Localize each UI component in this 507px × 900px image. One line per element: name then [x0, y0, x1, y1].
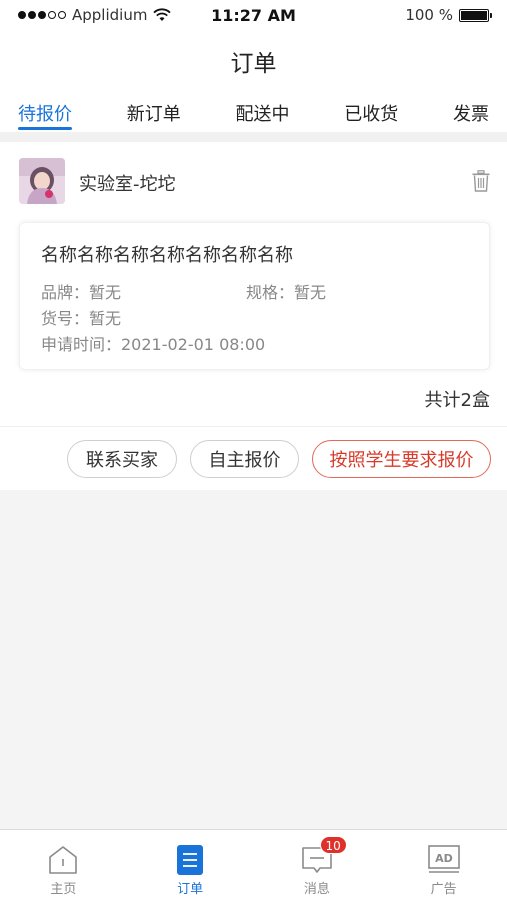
product-name: 名称名称名称名称名称名称名称 [41, 245, 293, 266]
status-right: 100 % [405, 6, 492, 24]
home-icon [49, 846, 78, 874]
page-title: 订单 [230, 51, 277, 77]
tab-received[interactable]: 已收货 [344, 84, 398, 132]
tab-delivering[interactable]: 配送中 [236, 84, 290, 132]
nav-bar: 订单 [0, 32, 507, 84]
divider [0, 426, 507, 427]
unread-badge: 10 [319, 836, 347, 854]
self-quote-button[interactable]: 自主报价 [190, 440, 299, 478]
bottom-tab-bar: 主页 订单 10 消息 AD 广告 [0, 829, 507, 900]
tab-pending-quote[interactable]: 待报价 [18, 84, 72, 132]
tabbar-label: 消息 [303, 882, 330, 897]
order-status-tabs: 待报价 新订单 配送中 已收货 发票 [0, 84, 507, 132]
order-icon [177, 845, 204, 875]
tabbar-label: 订单 [177, 882, 204, 897]
product-code: 货号：暂无 [41, 309, 122, 328]
tabbar-label: 主页 [50, 882, 77, 897]
tabbar-item-messages[interactable]: 10 消息 [254, 830, 381, 900]
tab-invoice[interactable]: 发票 [453, 84, 489, 132]
status-bar: Applidium 11:27 AM 100 % [0, 0, 507, 32]
svg-text:AD: AD [435, 852, 453, 865]
tab-new-order[interactable]: 新订单 [127, 84, 181, 132]
avatar[interactable] [19, 158, 65, 204]
apply-time: 申请时间：2021-02-01 08:00 [41, 335, 266, 354]
order-card: 实验室-坨坨 名称名称名称名称名称名称名称 品牌：暂无 规格：暂无 货号：暂无 … [0, 142, 507, 490]
lab-name[interactable]: 实验室-坨坨 [79, 170, 176, 196]
tabbar-item-ads[interactable]: AD 广告 [380, 830, 507, 900]
avatar-image [19, 158, 65, 204]
product-spec: 规格：暂无 [246, 283, 327, 302]
tabbar-item-home[interactable]: 主页 [0, 830, 127, 900]
battery-percent: 100 % [405, 6, 453, 24]
divider [0, 132, 507, 142]
student-requirement-quote-button[interactable]: 按照学生要求报价 [312, 440, 491, 478]
battery-icon [459, 8, 492, 22]
order-total: 共计2盒 [424, 390, 490, 411]
product-brand: 品牌：暂无 [41, 283, 122, 302]
product-detail-box[interactable]: 名称名称名称名称名称名称名称 品牌：暂无 规格：暂无 货号：暂无 申请时间：20… [19, 222, 490, 370]
contact-buyer-button[interactable]: 联系买家 [67, 440, 177, 478]
tabbar-label: 广告 [430, 882, 457, 897]
tabbar-item-orders[interactable]: 订单 [127, 830, 254, 900]
order-card-header: 实验室-坨坨 [0, 142, 507, 220]
ad-icon: AD [427, 845, 460, 873]
trash-icon[interactable] [472, 170, 490, 192]
